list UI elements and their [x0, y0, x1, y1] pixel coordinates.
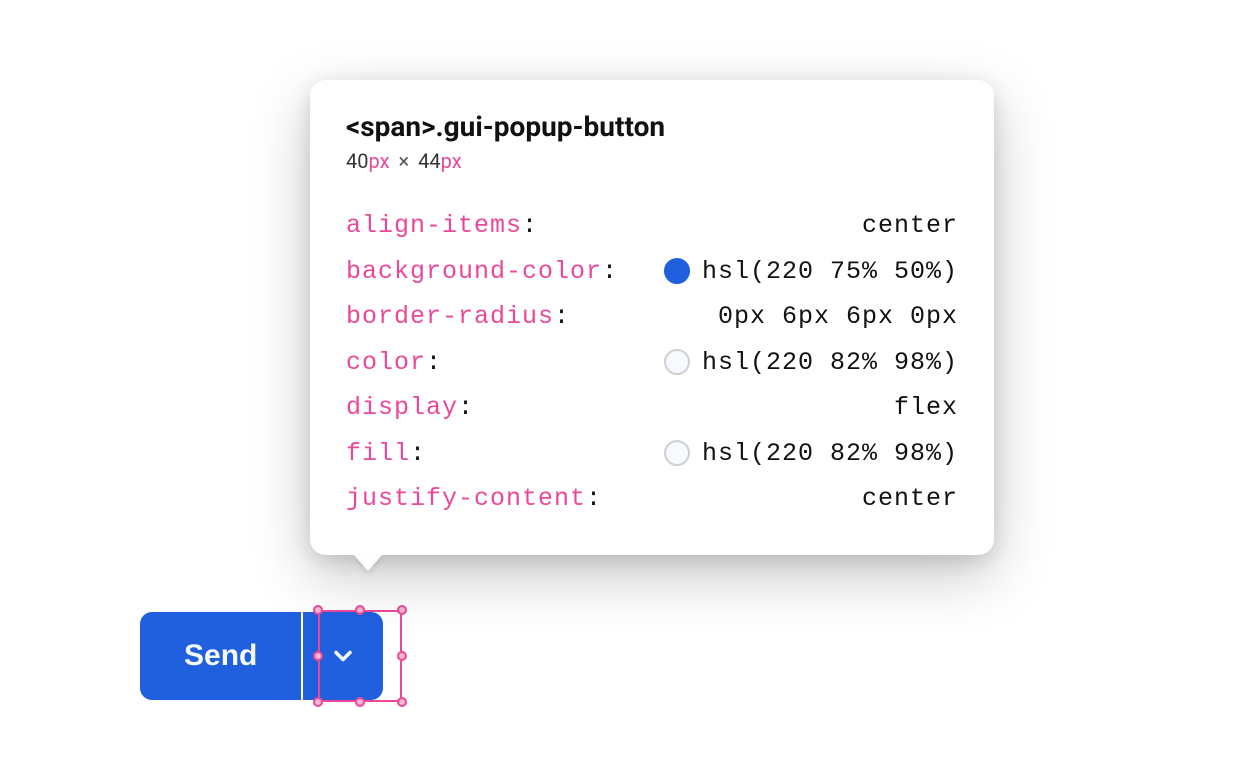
send-button[interactable]: Send [140, 612, 301, 700]
css-property-list: align-items: center background-color: hsl(2… [346, 203, 958, 521]
css-property-row: justify-content: center [346, 476, 958, 521]
resize-handle-mid-right[interactable] [397, 651, 407, 661]
css-property-row: fill: hsl(220 82% 98%) [346, 430, 958, 476]
css-property-value: center [862, 213, 958, 238]
css-property-name: display: [346, 395, 474, 420]
css-property-value: hsl(220 82% 98%) [664, 349, 958, 375]
css-property-row: align-items: center [346, 203, 958, 248]
split-button-group: Send [140, 612, 383, 700]
resize-handle-top-right[interactable] [397, 605, 407, 615]
css-property-value-text: hsl(220 82% 98%) [702, 350, 958, 375]
css-property-value-text: flex [894, 395, 958, 420]
dim-height-unit: px [441, 149, 462, 173]
chevron-down-icon [329, 642, 357, 670]
css-property-value: hsl(220 82% 98%) [664, 440, 958, 466]
tooltip-dimensions: 40px × 44px [346, 149, 958, 173]
color-swatch-icon [664, 258, 690, 284]
css-property-value-text: hsl(220 82% 98%) [702, 441, 958, 466]
color-swatch-icon [664, 349, 690, 375]
css-property-value: hsl(220 75% 50%) [664, 258, 958, 284]
css-property-value: 0px 6px 6px 0px [718, 304, 958, 329]
css-property-row: background-color: hsl(220 75% 50%) [346, 248, 958, 294]
css-property-value: center [862, 486, 958, 511]
css-property-name: color: [346, 350, 442, 375]
tooltip-header: <span>.gui-popup-button 40px × 44px [346, 110, 958, 173]
send-button-label: Send [184, 639, 257, 673]
css-property-name: border-radius: [346, 304, 570, 329]
css-property-name: justify-content: [346, 486, 602, 511]
css-property-value-text: center [862, 486, 958, 511]
color-swatch-icon [664, 440, 690, 466]
css-property-row: color: hsl(220 82% 98%) [346, 339, 958, 385]
css-property-value-text: 0px 6px 6px 0px [718, 304, 958, 329]
tooltip-selector: <span>.gui-popup-button [346, 110, 958, 143]
css-property-value-text: center [862, 213, 958, 238]
css-property-name: fill: [346, 441, 426, 466]
dim-height-num: 44 [418, 149, 440, 173]
css-property-name: align-items: [346, 213, 538, 238]
css-property-value: flex [894, 395, 958, 420]
dim-times: × [398, 149, 409, 173]
style-inspector-tooltip: <span>.gui-popup-button 40px × 44px alig… [310, 80, 994, 555]
css-property-row: display: flex [346, 385, 958, 430]
resize-handle-bottom-right[interactable] [397, 697, 407, 707]
css-property-name: background-color: [346, 259, 618, 284]
popup-button[interactable] [303, 612, 383, 700]
css-property-row: border-radius: 0px 6px 6px 0px [346, 294, 958, 339]
dim-width-unit: px [368, 149, 389, 173]
css-property-value-text: hsl(220 75% 50%) [702, 259, 958, 284]
dim-width-num: 40 [346, 149, 368, 173]
